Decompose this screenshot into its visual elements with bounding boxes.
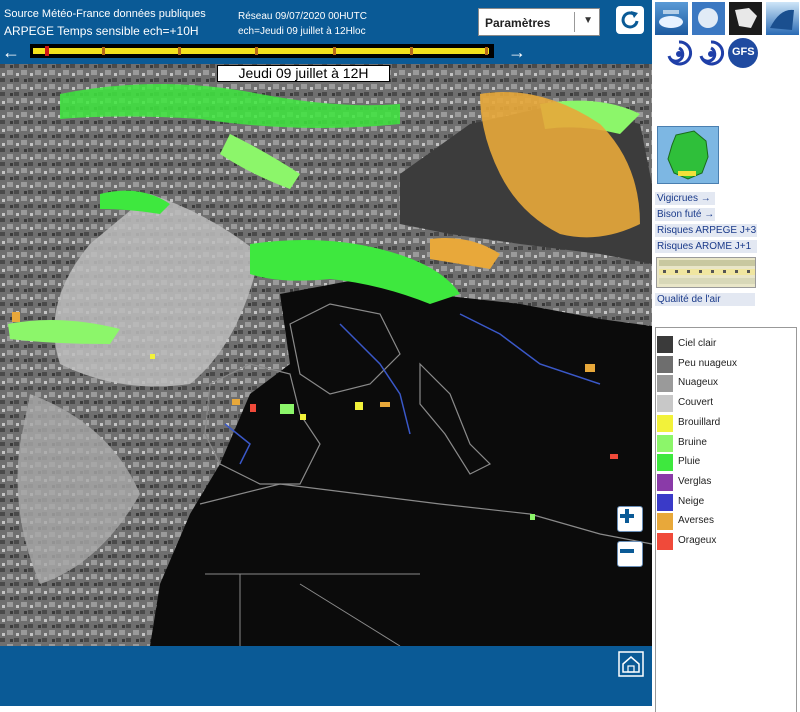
- model-icon-arome[interactable]: [696, 38, 726, 68]
- timeline-cursor[interactable]: [45, 46, 49, 56]
- legend-item: Brouillard: [657, 414, 795, 432]
- cloud-icon: [698, 8, 718, 28]
- model-label: ARPEGE Temps sensible ech=+10H: [4, 24, 199, 38]
- forecast-thumbnail-4[interactable]: [766, 2, 799, 35]
- zoom-in-button[interactable]: [617, 506, 643, 532]
- map-date-label: Jeudi 09 juillet à 12H: [217, 65, 390, 82]
- header-bar: Source Météo-France données publiques AR…: [0, 0, 652, 64]
- france-map-icon: [667, 130, 709, 180]
- chevron-down-icon: ▼: [583, 15, 593, 26]
- europe-map-icon: [735, 8, 757, 28]
- legend-item: Nuageux: [657, 375, 795, 393]
- legend-item: Verglas: [657, 473, 795, 491]
- swirl-icon: [699, 40, 724, 66]
- timeline-tick: [178, 47, 181, 55]
- parameters-dropdown[interactable]: Paramètres ▼: [478, 8, 600, 36]
- uv-index-thumbnail[interactable]: [656, 257, 756, 288]
- timeline-tick: [255, 47, 258, 55]
- air-quality-link[interactable]: Qualité de l'air: [655, 293, 755, 306]
- legend-item: Ciel clair: [657, 336, 795, 353]
- legend-label: Bruine: [678, 436, 707, 448]
- model-icon-arpege[interactable]: [664, 38, 694, 68]
- minus-icon: [620, 549, 634, 553]
- france-map-thumbnail[interactable]: [657, 126, 719, 184]
- legend-swatch: [657, 355, 673, 373]
- wave-icon: [770, 9, 794, 30]
- dropdown-separator: [574, 12, 575, 32]
- legend-item: Neige: [657, 493, 795, 511]
- timeline-tick: [410, 47, 413, 55]
- legend-swatch: [657, 473, 673, 491]
- legend-item: Couvert: [657, 395, 795, 413]
- legend-item: Bruine: [657, 434, 795, 452]
- uv-grid-icon: [659, 260, 755, 284]
- legend-swatch: [657, 434, 673, 452]
- risques-arpege-link[interactable]: Risques ARPEGE J+3: [655, 224, 757, 237]
- run-label: Réseau 09/07/2020 00HUTC: [238, 11, 367, 22]
- weather-map[interactable]: Jeudi 09 juillet à 12H: [0, 64, 652, 646]
- timeline-tick: [485, 47, 488, 55]
- home-icon: [618, 651, 644, 677]
- legend-item: Averses: [657, 513, 795, 531]
- satellite-icon: [659, 10, 683, 28]
- refresh-icon: [621, 11, 639, 29]
- legend-swatch: [657, 395, 673, 413]
- legend-label: Couvert: [678, 397, 714, 409]
- legend-swatch: [657, 336, 673, 353]
- legend-label: Orageux: [678, 535, 717, 546]
- forecast-thumbnail-1[interactable]: [655, 2, 688, 35]
- gfs-label: GFS: [732, 46, 755, 58]
- forecast-thumbnail-3[interactable]: [729, 2, 762, 35]
- refresh-button[interactable]: [616, 6, 644, 34]
- legend-label: Neige: [678, 495, 705, 507]
- risques-arome-link[interactable]: Risques AROME J+1: [655, 240, 757, 253]
- forecast-thumbnail-2[interactable]: [692, 2, 725, 35]
- arrow-left-icon[interactable]: ←: [2, 42, 20, 63]
- arrow-right-icon[interactable]: →: [508, 42, 526, 63]
- swirl-icon: [667, 40, 692, 66]
- legend-label: Ciel clair: [678, 338, 717, 349]
- legend-label: Peu nuageux: [678, 357, 737, 369]
- echeance-label: ech=Jeudi 09 juillet à 12Hloc: [238, 26, 366, 37]
- legend-item: Pluie: [657, 454, 795, 472]
- legend-swatch: [657, 414, 673, 432]
- timeline-slider[interactable]: [30, 44, 494, 58]
- source-label: Source Météo-France données publiques: [4, 8, 206, 20]
- legend-panel: Ciel clair Peu nuageux Nuageux Couvert Broui…: [655, 327, 797, 712]
- plus-icon: [620, 509, 634, 523]
- weather-map-image: [0, 64, 652, 646]
- timeline-tick: [102, 47, 105, 55]
- legend-label: Brouillard: [678, 416, 721, 428]
- legend-label: Verglas: [678, 475, 712, 487]
- side-panel: GFS Vigicrues → Bison futé → Risques ARP…: [652, 0, 800, 712]
- timeline-tick: [333, 47, 336, 55]
- legend-label: Nuageux: [678, 377, 719, 389]
- legend-label: Averses: [678, 515, 714, 527]
- legend-swatch: [657, 454, 673, 472]
- footer-bar: [0, 646, 652, 706]
- legend-label: Pluie: [678, 456, 701, 468]
- home-button[interactable]: [618, 651, 644, 677]
- legend-swatch: [657, 493, 673, 511]
- app-root: Source Météo-France données publiques AR…: [0, 0, 800, 712]
- legend-swatch: [657, 513, 673, 531]
- legend-swatch: [657, 533, 673, 550]
- bison-fute-link[interactable]: Bison futé →: [655, 208, 715, 221]
- legend-swatch: [657, 375, 673, 393]
- zoom-out-button[interactable]: [617, 541, 643, 567]
- model-icon-gfs[interactable]: GFS: [728, 38, 758, 68]
- legend-item: Orageux: [657, 533, 795, 550]
- legend-item: Peu nuageux: [657, 355, 795, 373]
- vigicrues-link[interactable]: Vigicrues →: [655, 192, 715, 205]
- parameters-label: Paramètres: [485, 16, 551, 30]
